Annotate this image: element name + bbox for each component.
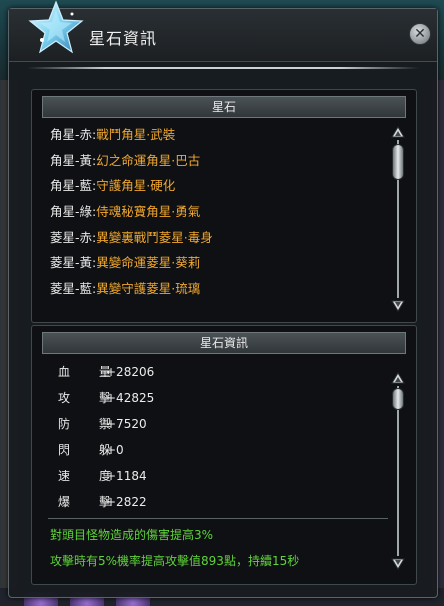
star-stone-info-window: 星石資訊 ✕ 星石 角星-赤:戰鬥角星·武裝 角星-黃:幻之命運角星·巴古 角星… [8,8,438,598]
close-button[interactable]: ✕ [409,23,431,45]
star-crystal-icon [28,0,84,54]
star-stone-row[interactable]: 角星-黃:幻之命運角星·巴古 [50,148,385,174]
effect-line: 攻擊時有5%機率提高攻擊值893點，持續15秒 [50,554,300,568]
star-stone-info-panel: 星石資訊 血量+28206 攻擊+42825 防禦+7520 閃躲+0 速度+1… [31,325,417,585]
window-title: 星石資訊 [89,29,158,48]
title-divider [27,67,419,69]
scroll-down-arrow-icon[interactable] [391,298,405,312]
star-stone-scrollbar[interactable] [390,126,406,312]
star-stone-list: 角星-赤:戰鬥角星·武裝 角星-黃:幻之命運角星·巴古 角星-藍:守護角星·硬化… [50,122,385,318]
stat-row-speed: 速度+1184 [58,469,147,483]
star-stone-row[interactable]: 菱星-赤:異變裏戰鬥菱星·毒身 [50,225,385,251]
stat-row-attack: 攻擊+42825 [58,391,155,405]
stats-separator [48,518,388,519]
star-stone-row[interactable]: 角星-藍:守護角星·硬化 [50,173,385,199]
stat-row-critical: 爆擊+2822 [58,495,147,509]
close-icon: ✕ [414,26,426,42]
star-stone-row[interactable]: 菱星-藍:異變守護菱星·琉璃 [50,276,385,302]
stat-row-defense: 防禦+7520 [58,417,147,431]
star-stone-panel: 星石 角星-赤:戰鬥角星·武裝 角星-黃:幻之命運角星·巴古 角星-藍:守護角星… [31,89,417,323]
star-stone-panel-header: 星石 [42,96,406,118]
star-stone-row[interactable]: 角星-綠:侍魂秘寶角星·勇氣 [50,199,385,225]
scroll-up-arrow-icon[interactable] [391,372,405,386]
scroll-thumb[interactable] [392,388,404,410]
info-scrollbar[interactable] [390,372,406,572]
star-stone-row[interactable]: 角星-赤:戰鬥角星·武裝 [50,122,385,148]
stat-row-evasion: 閃躲+0 [58,443,141,457]
star-stone-row[interactable]: 菱星-黃:異變命運菱星·葵莉 [50,250,385,276]
star-stone-info-panel-header: 星石資訊 [42,332,406,354]
effect-line: 對頭目怪物造成的傷害提高3% [50,528,214,542]
stat-row-hp: 血量+28206 [58,365,155,379]
scroll-up-arrow-icon[interactable] [391,126,405,140]
scroll-thumb[interactable] [392,144,404,180]
scroll-track[interactable] [397,386,399,556]
scroll-down-arrow-icon[interactable] [391,556,405,570]
